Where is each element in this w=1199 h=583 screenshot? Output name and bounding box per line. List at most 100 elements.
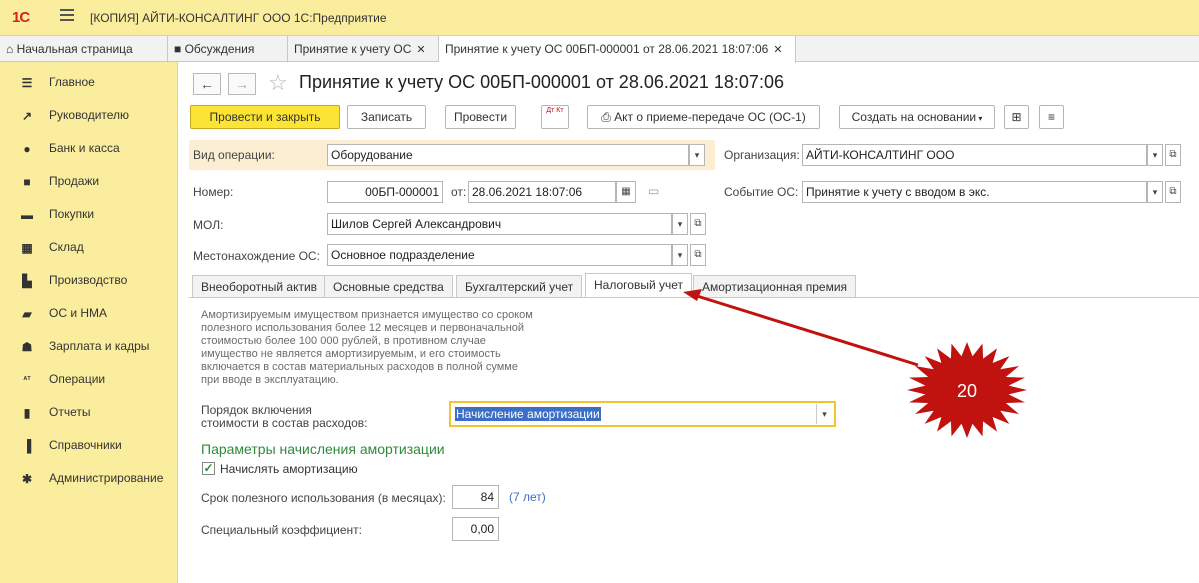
sidebar-item-label: Продажи	[49, 174, 100, 188]
event-dropdown[interactable]: ▾	[1147, 181, 1163, 203]
dt-kt-icon: ᴬᵀ	[23, 375, 31, 384]
tab-home[interactable]: ⌂ Начальная страница	[0, 36, 168, 62]
label-line: Порядок включения	[201, 403, 312, 417]
open-icon: ⧉	[1169, 149, 1177, 160]
sidebar-item-manager[interactable]: ↗ Руководителю	[0, 99, 178, 131]
mol-field[interactable]: Шилов Сергей Александрович	[327, 213, 672, 235]
operation-type-label: Вид операции:	[193, 148, 275, 162]
info-line: включается в состав материальных расходо…	[201, 361, 518, 373]
sidebar-item-main[interactable]: ☰ Главное	[0, 66, 178, 98]
sidebar-item-reports[interactable]: ▮ Отчеты	[0, 396, 178, 428]
tab-depreciation-bonus[interactable]: Амортизационная премия	[693, 275, 857, 297]
back-button[interactable]: ←	[193, 73, 221, 95]
close-icon[interactable]: ✕	[416, 44, 425, 56]
organization-label: Организация:	[724, 148, 800, 162]
post-button[interactable]: Провести	[445, 105, 516, 129]
sidebar-item-production[interactable]: ▙ Производство	[0, 264, 178, 296]
special-coef-label: Специальный коэффициент:	[201, 523, 362, 537]
label-line: стоимости в состав расходов:	[201, 416, 368, 430]
tab-tax-accounting[interactable]: Налоговый учет	[585, 273, 692, 298]
number-field[interactable]: 00БП-000001	[327, 181, 443, 203]
sidebar-item-label: Покупки	[49, 207, 95, 221]
event-open-button[interactable]: ⧉	[1165, 181, 1181, 203]
tab-noncurrent-asset[interactable]: Внеоборотный актив	[192, 275, 327, 297]
open-icon: ⧉	[1169, 186, 1177, 197]
operation-type-dropdown[interactable]: ▾	[689, 144, 705, 166]
mol-dropdown[interactable]: ▾	[672, 213, 688, 235]
expense-order-dropdown[interactable]: ▾	[816, 404, 832, 424]
tab-os-list[interactable]: Принятие к учету ОС ✕	[288, 36, 439, 62]
tab-label: Принятие к учету ОС 00БП-000001 от 28.06…	[445, 42, 769, 56]
more-actions-button[interactable]: ≡	[1039, 105, 1064, 129]
forward-button[interactable]: →	[228, 73, 256, 95]
factory-icon: ▙	[22, 274, 32, 288]
date-field[interactable]: 28.06.2021 18:07:06	[468, 181, 616, 203]
operation-type-field[interactable]: Оборудование	[327, 144, 689, 166]
accrue-depreciation-checkbox[interactable]: ✓	[202, 462, 215, 475]
cart-icon: ▬	[21, 208, 33, 222]
useful-life-input[interactable]: 84	[452, 485, 499, 509]
tab-fixed-assets[interactable]: Основные средства	[324, 275, 453, 297]
info-line: стоимостью более 100 000 рублей, в проти…	[201, 335, 486, 347]
checkmark-icon: ✓	[203, 461, 214, 475]
sidebar: ☰ Главное ↗ Руководителю ● Банк и касса ■ Пр…	[0, 62, 178, 583]
open-icon: ⧉	[694, 249, 702, 260]
sidebar-item-salary[interactable]: ☗ Зарплата и кадры	[0, 330, 178, 362]
chevron-down-icon: ▾	[976, 114, 983, 123]
title-bar: 1С [КОПИЯ] АЙТИ-КОНСАЛТИНГ ООО 1С:Предпр…	[0, 0, 1199, 36]
window-tabs: ⌂ Начальная страница ■ Обсуждения Принят…	[0, 36, 1199, 63]
sidebar-item-catalogs[interactable]: ▐ Справочники	[0, 429, 178, 461]
menu-icon[interactable]	[60, 9, 74, 21]
tab-accounting[interactable]: Бухгалтерский учет	[456, 275, 583, 297]
book-icon: ▐	[22, 439, 32, 453]
favorite-star-icon[interactable]: ☆	[268, 70, 288, 96]
open-icon: ⧉	[694, 218, 702, 229]
sidebar-item-operations[interactable]: ᴬᵀ Операции	[0, 363, 178, 395]
sidebar-item-label: ОС и НМА	[49, 306, 108, 320]
depreciation-section-title: Параметры начисления амортизации	[201, 441, 445, 457]
act-os1-button[interactable]: ⎙ Акт о приеме-передаче ОС (ОС-1)	[587, 105, 820, 129]
create-based-button[interactable]: Создать на основании ▾	[839, 105, 995, 129]
post-and-close-button[interactable]: Провести и закрыть	[190, 105, 340, 129]
location-dropdown[interactable]: ▾	[672, 244, 688, 266]
chevron-down-icon: ▾	[677, 250, 683, 260]
number-label: Номер:	[193, 185, 234, 199]
sidebar-item-admin[interactable]: ✱ Администрирование	[0, 462, 178, 494]
organization-field[interactable]: АЙТИ-КОНСАЛТИНГ ООО	[802, 144, 1147, 166]
sidebar-item-bank[interactable]: ● Банк и касса	[0, 132, 178, 164]
dt-kt-button[interactable]: Дт Кт	[541, 105, 569, 129]
chevron-down-icon: ▾	[822, 409, 827, 419]
arrow-right-icon: →	[235, 76, 249, 92]
tax-info-text: Амортизируемым имуществом признается иму…	[201, 309, 591, 387]
chevron-down-icon: ▾	[1152, 187, 1158, 197]
special-coef-input[interactable]: 0,00	[452, 517, 499, 541]
location-label: Местонахождение ОС:	[193, 249, 320, 263]
close-icon[interactable]: ✕	[773, 44, 782, 56]
location-field[interactable]: Основное подразделение	[327, 244, 672, 266]
date-label: от:	[451, 185, 467, 199]
sidebar-item-label: Банк и касса	[49, 141, 120, 155]
tab-discussions[interactable]: ■ Обсуждения	[168, 36, 288, 62]
expense-order-field[interactable]: Начисление амортизации	[449, 401, 836, 427]
location-open-button[interactable]: ⧉	[690, 244, 706, 266]
chevron-down-icon: ▾	[677, 219, 683, 229]
sidebar-item-purchases[interactable]: ▬ Покупки	[0, 198, 178, 230]
event-field[interactable]: Принятие к учету с вводом в экс.	[802, 181, 1147, 203]
sidebar-item-label: Справочники	[49, 438, 122, 452]
tab-label: Обсуждения	[184, 42, 255, 56]
calendar-button[interactable]: ▦	[616, 181, 636, 203]
organization-open-button[interactable]: ⧉	[1165, 144, 1181, 166]
annotation-arrow	[696, 294, 919, 367]
save-button[interactable]: Записать	[347, 105, 426, 129]
annotation-badge: 20	[907, 342, 1027, 438]
organization-dropdown[interactable]: ▾	[1147, 144, 1163, 166]
comment-icon[interactable]: ▭	[648, 184, 659, 198]
tab-os-document[interactable]: Принятие к учету ОС 00БП-000001 от 28.06…	[439, 36, 796, 63]
sidebar-item-fixed-assets[interactable]: ▰ ОС и НМА	[0, 297, 178, 329]
structure-button[interactable]: ⊞	[1004, 105, 1029, 129]
sidebar-item-warehouse[interactable]: ▦ Склад	[0, 231, 178, 263]
sidebar-item-sales[interactable]: ■ Продажи	[0, 165, 178, 197]
mol-open-button[interactable]: ⧉	[690, 213, 706, 235]
info-line: Амортизируемым имуществом признается иму…	[201, 309, 533, 321]
sidebar-item-label: Склад	[49, 240, 84, 254]
